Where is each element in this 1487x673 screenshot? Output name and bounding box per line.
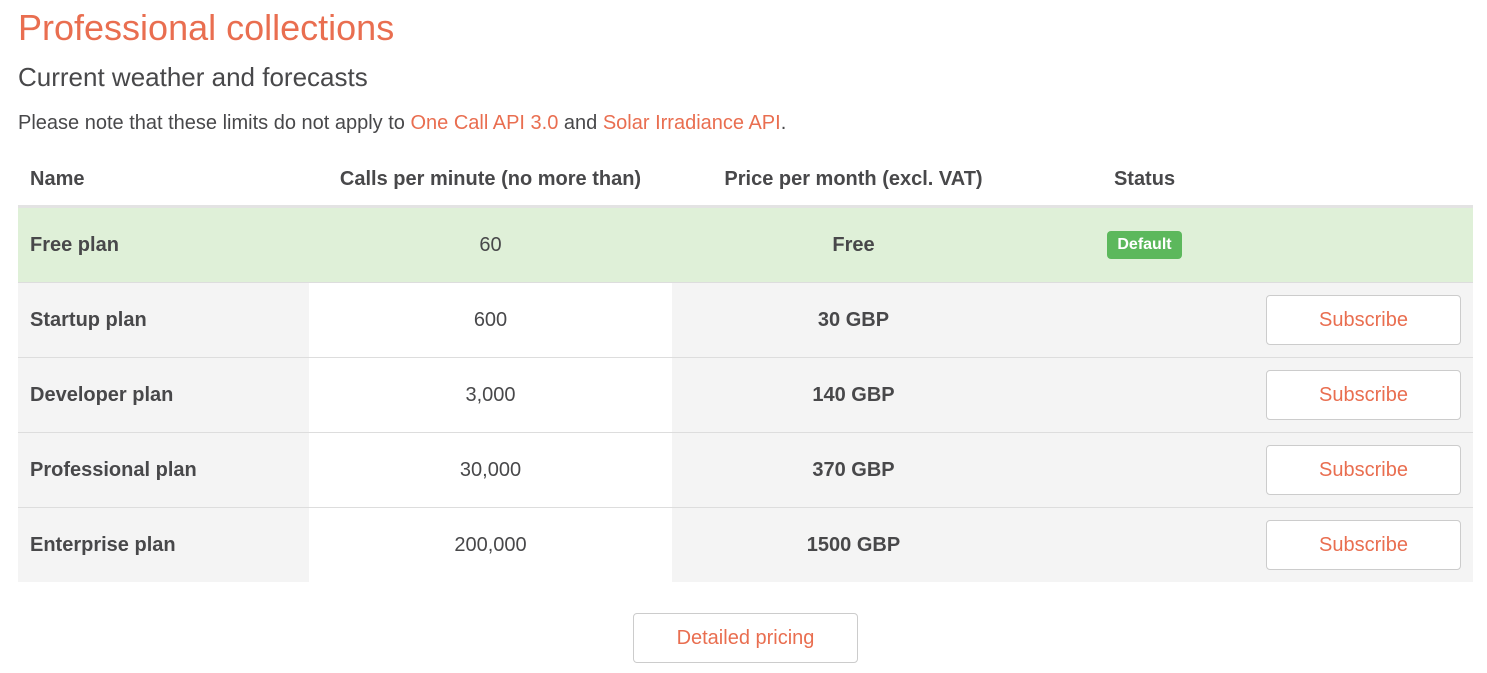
plan-status [1035, 282, 1254, 358]
plan-action: Subscribe [1254, 357, 1473, 433]
plan-name: Professional plan [18, 432, 309, 508]
column-header-action [1254, 154, 1473, 208]
note-middle: and [558, 112, 603, 134]
subscribe-button-startup[interactable]: Subscribe [1266, 295, 1461, 345]
column-header-price: Price per month (excl. VAT) [672, 154, 1035, 208]
plan-status: Default [1035, 206, 1254, 283]
plan-action: Subscribe [1254, 282, 1473, 358]
plan-calls: 30,000 [309, 432, 672, 508]
subscribe-button-developer[interactable]: Subscribe [1266, 370, 1461, 420]
plan-status [1035, 357, 1254, 433]
subscribe-button-enterprise[interactable]: Subscribe [1266, 520, 1461, 570]
table-row: Enterprise plan 200,000 1500 GBP Subscri… [18, 507, 1473, 582]
subscribe-button-professional[interactable]: Subscribe [1266, 445, 1461, 495]
plan-action: Subscribe [1254, 507, 1473, 582]
plan-status [1035, 507, 1254, 582]
plan-price: 30 GBP [672, 282, 1035, 358]
solar-irradiance-api-link[interactable]: Solar Irradiance API [603, 112, 781, 134]
section-title: Current weather and forecasts [18, 62, 368, 92]
plan-action [1254, 206, 1473, 283]
plan-calls: 200,000 [309, 507, 672, 582]
note-suffix: . [780, 112, 787, 134]
plan-price: Free [672, 206, 1035, 283]
plan-name: Free plan [18, 206, 309, 283]
plan-calls: 60 [309, 206, 672, 283]
table-row: Startup plan 600 30 GBP Subscribe [18, 282, 1473, 358]
plan-name: Developer plan [18, 357, 309, 433]
default-badge: Default [1107, 231, 1182, 259]
plan-action: Subscribe [1254, 432, 1473, 508]
column-header-status: Status [1035, 154, 1254, 208]
table-row: Developer plan 3,000 140 GBP Subscribe [18, 357, 1473, 433]
plan-calls: 3,000 [309, 357, 672, 433]
plan-name: Startup plan [18, 282, 309, 358]
column-header-name: Name [18, 154, 309, 208]
table-header-row: Name Calls per minute (no more than) Pri… [18, 154, 1473, 208]
table-row-free-plan: Free plan 60 Free Default [18, 206, 1473, 283]
one-call-api-link[interactable]: One Call API 3.0 [410, 112, 558, 134]
plan-name: Enterprise plan [18, 507, 309, 582]
plan-price: 370 GBP [672, 432, 1035, 508]
plan-price: 1500 GBP [672, 507, 1035, 582]
detailed-pricing-button[interactable]: Detailed pricing [633, 613, 858, 663]
table-row: Professional plan 30,000 370 GBP Subscri… [18, 432, 1473, 508]
note-prefix: Please note that these limits do not app… [18, 112, 411, 134]
plan-calls: 600 [309, 282, 672, 358]
plans-table: Name Calls per minute (no more than) Pri… [18, 154, 1473, 582]
page-title: Professional collections [18, 7, 395, 48]
column-header-calls: Calls per minute (no more than) [309, 154, 672, 208]
limits-note: Please note that these limits do not app… [18, 110, 786, 136]
plan-status [1035, 432, 1254, 508]
plan-price: 140 GBP [672, 357, 1035, 433]
